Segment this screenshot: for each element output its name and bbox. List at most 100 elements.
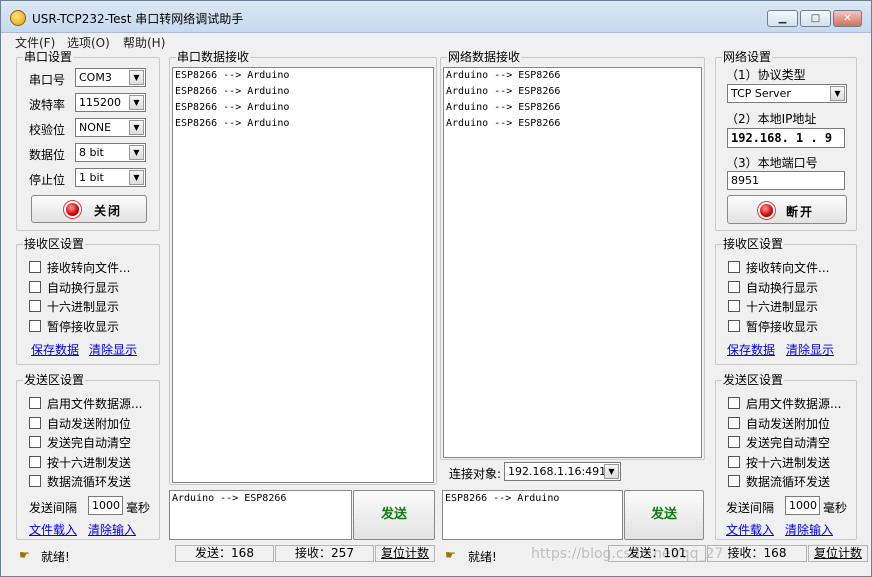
- save-data-link[interactable]: 保存数据: [31, 341, 79, 358]
- hex-send-checkbox[interactable]: 按十六进制发送: [29, 454, 149, 470]
- local-ip-label: （2）本地IP地址: [726, 112, 817, 126]
- save-data-link[interactable]: 保存数据: [727, 341, 775, 358]
- recv-to-file-checkbox[interactable]: 接收转向文件...: [29, 259, 149, 275]
- loop-send-checkbox[interactable]: 数据流循环发送: [29, 473, 149, 489]
- baud-select[interactable]: 115200 ▼: [75, 93, 146, 112]
- serial-send-button[interactable]: 发送: [353, 490, 435, 540]
- checkbox-box[interactable]: [29, 417, 41, 429]
- net-recv-textarea[interactable]: Arduino --> ESP8266 Arduino --> ESP8266 …: [443, 67, 702, 458]
- menu-file[interactable]: 文件(F): [15, 34, 55, 51]
- right-reset-count-button[interactable]: 复位计数: [808, 545, 868, 562]
- left-send-settings-group: 发送区设置 启用文件数据源... 自动发送附加位 发送完自动清空 按十六进制发送…: [16, 373, 160, 540]
- checkbox-box[interactable]: [29, 261, 41, 273]
- dropdown-arrow-icon[interactable]: ▼: [604, 464, 619, 479]
- file-source-checkbox[interactable]: 启用文件数据源...: [728, 395, 848, 411]
- loop-send-checkbox[interactable]: 数据流循环发送: [728, 473, 848, 489]
- checkbox-box[interactable]: [29, 281, 41, 293]
- left-recv-settings-legend: 接收区设置: [23, 237, 86, 251]
- dropdown-arrow-icon[interactable]: ▼: [129, 145, 144, 160]
- dropdown-arrow-icon[interactable]: ▼: [830, 86, 845, 101]
- file-load-link[interactable]: 文件载入: [726, 521, 774, 538]
- menu-bar: 文件(F) 选项(O) 帮助(H): [1, 33, 871, 51]
- file-source-checkbox[interactable]: 启用文件数据源...: [29, 395, 149, 411]
- checkbox-box[interactable]: [728, 397, 740, 409]
- checkbox-box[interactable]: [728, 456, 740, 468]
- auto-append-checkbox[interactable]: 自动发送附加位: [728, 415, 848, 431]
- checkbox-box[interactable]: [29, 436, 41, 448]
- clear-display-link[interactable]: 清除显示: [89, 341, 137, 358]
- net-settings-legend: 网络设置: [722, 50, 773, 64]
- left-reset-count-button[interactable]: 复位计数: [375, 545, 435, 562]
- parity-label: 校验位: [29, 123, 66, 137]
- local-port-input[interactable]: 8951: [727, 171, 845, 190]
- checkbox-label: 十六进制显示: [746, 300, 819, 314]
- auto-append-checkbox[interactable]: 自动发送附加位: [29, 415, 149, 431]
- stopbits-value: 1 bit: [79, 171, 104, 184]
- menu-options[interactable]: 选项(O): [67, 34, 110, 51]
- checkbox-box[interactable]: [728, 475, 740, 487]
- send-interval-input[interactable]: 1000: [785, 496, 820, 515]
- serial-settings-group: 串口设置 串口号 COM3 ▼ 波特率 115200 ▼ 校验位 NONE ▼ 数据位…: [16, 50, 160, 231]
- checkbox-box[interactable]: [728, 436, 740, 448]
- send-interval-unit: 毫秒: [126, 501, 151, 515]
- serial-recv-textarea[interactable]: ESP8266 --> Arduino ESP8266 --> Arduino …: [172, 67, 434, 483]
- clear-input-link[interactable]: 清除输入: [88, 521, 136, 538]
- left-ready-text: 就绪!: [41, 550, 70, 564]
- net-send-input[interactable]: ESP8266 --> Arduino: [442, 490, 623, 540]
- serial-close-button[interactable]: 关闭: [31, 195, 147, 223]
- file-load-link[interactable]: 文件载入: [29, 521, 77, 538]
- checkbox-box[interactable]: [728, 281, 740, 293]
- net-recv-group: 网络数据接收 Arduino --> ESP8266 Arduino --> E…: [440, 50, 705, 460]
- close-button[interactable]: ✕: [833, 10, 862, 27]
- checkbox-box[interactable]: [728, 417, 740, 429]
- connect-target-select[interactable]: 192.168.1.16:49153 ▼: [504, 462, 621, 481]
- checkbox-box[interactable]: [728, 320, 740, 332]
- protocol-select[interactable]: TCP Server ▼: [727, 84, 847, 103]
- dropdown-arrow-icon[interactable]: ▼: [129, 70, 144, 85]
- checkbox-box[interactable]: [29, 475, 41, 487]
- send-text: Arduino --> ESP8266: [172, 493, 287, 504]
- disconnect-button[interactable]: 断开: [727, 195, 847, 224]
- send-interval-input[interactable]: 1000: [88, 496, 123, 515]
- recv-to-file-checkbox[interactable]: 接收转向文件...: [728, 259, 848, 275]
- checkbox-box[interactable]: [29, 300, 41, 312]
- auto-wrap-checkbox[interactable]: 自动换行显示: [29, 279, 149, 295]
- right-recv-settings-group: 接收区设置 接收转向文件... 自动换行显示 十六进制显示 暂停接收显示 保存数…: [715, 237, 857, 365]
- dropdown-arrow-icon[interactable]: ▼: [129, 120, 144, 135]
- protocol-label: （1）协议类型: [726, 68, 806, 82]
- right-sent-count: 发送：101: [608, 545, 706, 562]
- auto-wrap-checkbox[interactable]: 自动换行显示: [728, 279, 848, 295]
- local-ip-input[interactable]: 192.168. 1 . 9: [727, 128, 845, 148]
- pause-display-checkbox[interactable]: 暂停接收显示: [728, 318, 848, 334]
- stopbits-select[interactable]: 1 bit ▼: [75, 168, 146, 187]
- checkbox-box[interactable]: [29, 397, 41, 409]
- checkbox-box[interactable]: [728, 261, 740, 273]
- clear-input-link[interactable]: 清除输入: [785, 521, 833, 538]
- parity-select[interactable]: NONE ▼: [75, 118, 146, 137]
- dropdown-arrow-icon[interactable]: ▼: [129, 95, 144, 110]
- port-select[interactable]: COM3 ▼: [75, 68, 146, 87]
- auto-clear-checkbox[interactable]: 发送完自动清空: [29, 434, 149, 450]
- recv-line: ESP8266 --> Arduino: [175, 70, 290, 81]
- serial-send-input[interactable]: Arduino --> ESP8266: [169, 490, 352, 540]
- checkbox-box[interactable]: [29, 456, 41, 468]
- checkbox-label: 自动换行显示: [47, 281, 120, 295]
- databits-select[interactable]: 8 bit ▼: [75, 143, 146, 162]
- clear-display-link[interactable]: 清除显示: [786, 341, 834, 358]
- right-recv-settings-legend: 接收区设置: [722, 237, 785, 251]
- pause-display-checkbox[interactable]: 暂停接收显示: [29, 318, 149, 334]
- auto-clear-checkbox[interactable]: 发送完自动清空: [728, 434, 848, 450]
- checkbox-box[interactable]: [728, 300, 740, 312]
- net-send-button[interactable]: 发送: [624, 490, 704, 540]
- checkbox-box[interactable]: [29, 320, 41, 332]
- menu-help[interactable]: 帮助(H): [123, 34, 165, 51]
- status-led-icon: [66, 203, 79, 216]
- hex-display-checkbox[interactable]: 十六进制显示: [29, 298, 149, 314]
- hex-display-checkbox[interactable]: 十六进制显示: [728, 298, 848, 314]
- dropdown-arrow-icon[interactable]: ▼: [129, 170, 144, 185]
- checkbox-label: 自动发送附加位: [47, 417, 132, 431]
- checkbox-label: 数据流循环发送: [746, 475, 831, 489]
- minimize-button[interactable]: ▁: [767, 10, 798, 27]
- maximize-button[interactable]: □: [800, 10, 831, 27]
- hex-send-checkbox[interactable]: 按十六进制发送: [728, 454, 848, 470]
